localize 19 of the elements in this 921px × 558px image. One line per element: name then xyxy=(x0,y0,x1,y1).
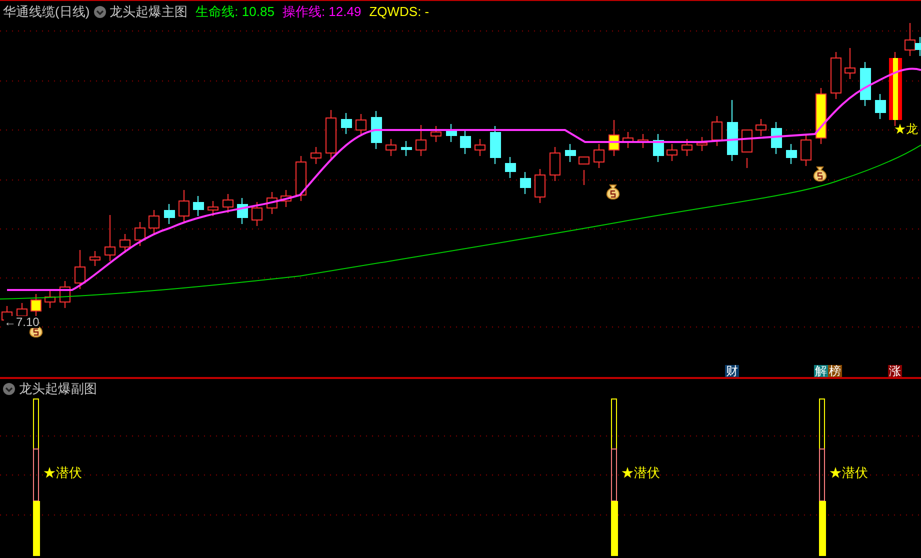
event-badge: 榜 xyxy=(828,365,842,377)
collapse-icon[interactable] xyxy=(94,6,106,18)
indicator-reading: ZQWDS: - xyxy=(369,3,430,22)
instrument-title: 华通线缆(日线) xyxy=(3,3,90,22)
event-badge: 财 xyxy=(725,365,739,377)
signal-label: ★潜伏 xyxy=(43,466,82,479)
signal-label: ★潜伏 xyxy=(621,466,660,479)
signal-label: ★潜伏 xyxy=(829,466,868,479)
money-bag-icon xyxy=(813,166,827,182)
signal-label: ★龙 xyxy=(894,123,918,135)
indicator-reading: 生命线: 10.85 xyxy=(196,3,274,22)
subchart-title: 龙头起爆副图 xyxy=(19,380,97,398)
event-badge: 解 xyxy=(814,365,828,377)
collapse-icon[interactable] xyxy=(3,382,15,394)
event-badge: 涨 xyxy=(888,365,902,377)
price-label: ←7.10 xyxy=(4,316,40,328)
indicator-reading: 操作线: 12.49 xyxy=(282,3,362,22)
indicator-title: 龙头起爆主图 xyxy=(110,3,188,22)
money-bag-icon xyxy=(606,184,620,200)
